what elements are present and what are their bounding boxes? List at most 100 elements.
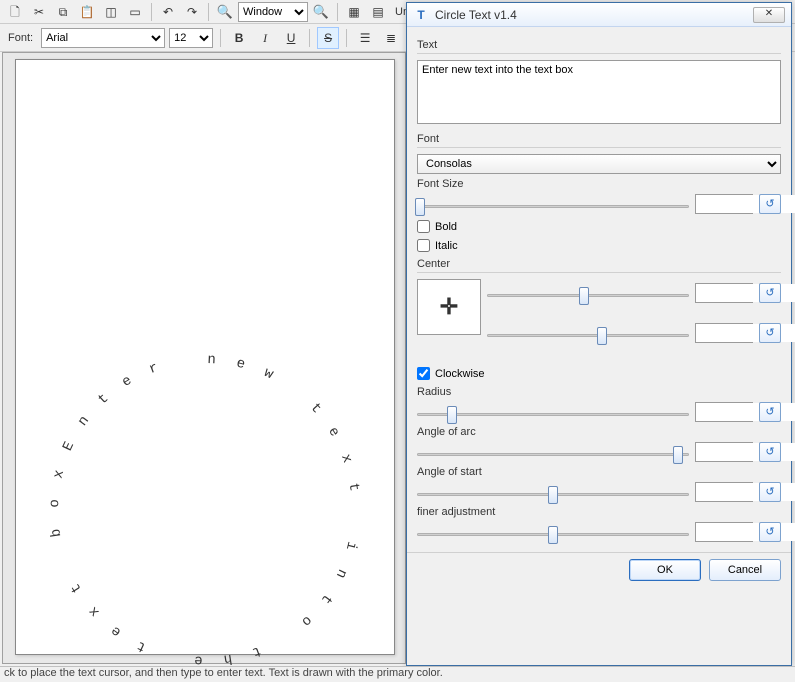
radius-label: Radius: [417, 386, 781, 398]
circle-char: n: [207, 352, 216, 368]
center-y-reset-button[interactable]: ↺: [759, 323, 781, 343]
circle-char: o: [47, 499, 63, 508]
start-reset-button[interactable]: ↺: [759, 482, 781, 502]
circle-char: x: [86, 603, 103, 620]
circle-char: e: [324, 424, 342, 439]
separator: [309, 29, 310, 47]
paste-icon[interactable]: 📋: [76, 1, 98, 23]
status-bar: ck to place the text cursor, and then ty…: [0, 666, 795, 682]
text-input[interactable]: [417, 60, 781, 124]
fine-slider[interactable]: [417, 523, 689, 541]
status-text: ck to place the text cursor, and then ty…: [4, 667, 443, 679]
circle-char: r: [147, 360, 160, 378]
font-size-select[interactable]: 12: [169, 28, 213, 48]
circle-char: b: [48, 527, 65, 538]
fine-spinner[interactable]: ▲▼: [695, 522, 753, 542]
fontsize-reset-button[interactable]: ↺: [759, 194, 781, 214]
cancel-button[interactable]: Cancel: [709, 559, 781, 581]
circle-char: n: [332, 566, 350, 580]
new-icon[interactable]: 🗋: [4, 1, 26, 23]
center-y-slider[interactable]: [487, 324, 689, 342]
separator: [417, 272, 781, 273]
dialog-footer: OK Cancel: [407, 552, 791, 586]
ok-button[interactable]: OK: [629, 559, 701, 581]
separator: [208, 3, 209, 21]
circle-char: i: [342, 540, 360, 552]
dialog-title-bar[interactable]: T Circle Text v1.4 ✕: [407, 3, 791, 27]
separator: [417, 147, 781, 148]
dialog-close-button[interactable]: ✕: [753, 7, 785, 23]
cut-icon[interactable]: ✂: [28, 1, 50, 23]
circle-char: t: [250, 642, 263, 660]
circle-char: x: [51, 468, 69, 480]
canvas-area: Enter new text into the text box: [2, 52, 406, 664]
zoom-in-icon[interactable]: 🔍: [310, 1, 332, 23]
grid-icon[interactable]: ▦: [343, 1, 365, 23]
circle-char: t: [68, 580, 86, 595]
fine-reset-button[interactable]: ↺: [759, 522, 781, 542]
circle-char: t: [345, 482, 362, 493]
bold-checkbox[interactable]: Bold: [417, 220, 781, 233]
radius-slider[interactable]: [417, 403, 689, 421]
circle-char: e: [108, 622, 124, 640]
font-family-select[interactable]: Arial: [41, 28, 165, 48]
italic-button[interactable]: I: [254, 27, 276, 49]
document[interactable]: Enter new text into the text box: [15, 59, 395, 655]
center-x-slider[interactable]: [487, 284, 689, 302]
underline-button[interactable]: U: [280, 27, 302, 49]
circle-char: t: [134, 637, 148, 655]
clockwise-checkbox[interactable]: Clockwise: [417, 367, 781, 380]
center-x-spinner[interactable]: ▲▼: [695, 283, 753, 303]
circle-char: t: [317, 591, 335, 607]
arc-spinner[interactable]: ▲▼: [695, 442, 753, 462]
bold-checkbox-label: Bold: [435, 221, 457, 233]
deselect-icon[interactable]: ▭: [124, 1, 146, 23]
zoom-mode-select[interactable]: Window: [238, 2, 308, 22]
circle-char: h: [222, 650, 233, 667]
text-field-label: Text: [417, 39, 781, 51]
circle-char: n: [75, 413, 93, 429]
separator: [220, 29, 221, 47]
radius-spinner[interactable]: ▲▼: [695, 402, 753, 422]
font-field-label: Font: [417, 133, 781, 145]
fontsize-label: Font Size: [417, 178, 781, 190]
align-center-icon[interactable]: ≣: [380, 27, 402, 49]
circle-char: E: [60, 439, 78, 453]
radius-reset-button[interactable]: ↺: [759, 402, 781, 422]
italic-checkbox[interactable]: Italic: [417, 239, 781, 252]
center-x-reset-button[interactable]: ↺: [759, 283, 781, 303]
center-y-spinner[interactable]: ▲▼: [695, 323, 753, 343]
circle-char: x: [337, 452, 355, 465]
circle-char: o: [298, 612, 315, 629]
strike-button[interactable]: S: [317, 27, 339, 49]
separator: [417, 53, 781, 54]
clockwise-checkbox-label: Clockwise: [435, 368, 485, 380]
circle-text-dialog: T Circle Text v1.4 ✕ Text Font Consolas …: [406, 2, 792, 666]
align-left-icon[interactable]: ☰: [354, 27, 376, 49]
arc-slider[interactable]: [417, 443, 689, 461]
arc-label: Angle of arc: [417, 426, 781, 438]
arc-reset-button[interactable]: ↺: [759, 442, 781, 462]
start-spinner[interactable]: ▲▼: [695, 482, 753, 502]
redo-icon[interactable]: ↷: [181, 1, 203, 23]
undo-icon[interactable]: ↶: [157, 1, 179, 23]
fine-label: finer adjustment: [417, 506, 781, 518]
crop-icon[interactable]: ◫: [100, 1, 122, 23]
circle-char: t: [307, 400, 324, 417]
circle-char: e: [119, 373, 134, 391]
separator: [346, 29, 347, 47]
bold-button[interactable]: B: [228, 27, 250, 49]
zoom-out-icon[interactable]: 🔍: [214, 1, 236, 23]
font-label: Font:: [4, 32, 37, 44]
center-preview[interactable]: ✛: [417, 279, 481, 335]
dialog-font-select[interactable]: Consolas: [417, 154, 781, 174]
fontsize-slider[interactable]: [417, 195, 689, 213]
ruler-icon[interactable]: ▤: [367, 1, 389, 23]
copy-icon[interactable]: ⧉: [52, 1, 74, 23]
circle-char: w: [261, 365, 275, 383]
circle-char: e: [235, 356, 247, 374]
start-slider[interactable]: [417, 483, 689, 501]
fontsize-spinner[interactable]: ▲▼: [695, 194, 753, 214]
dialog-title-text: Circle Text v1.4: [435, 8, 517, 22]
start-label: Angle of start: [417, 466, 781, 478]
